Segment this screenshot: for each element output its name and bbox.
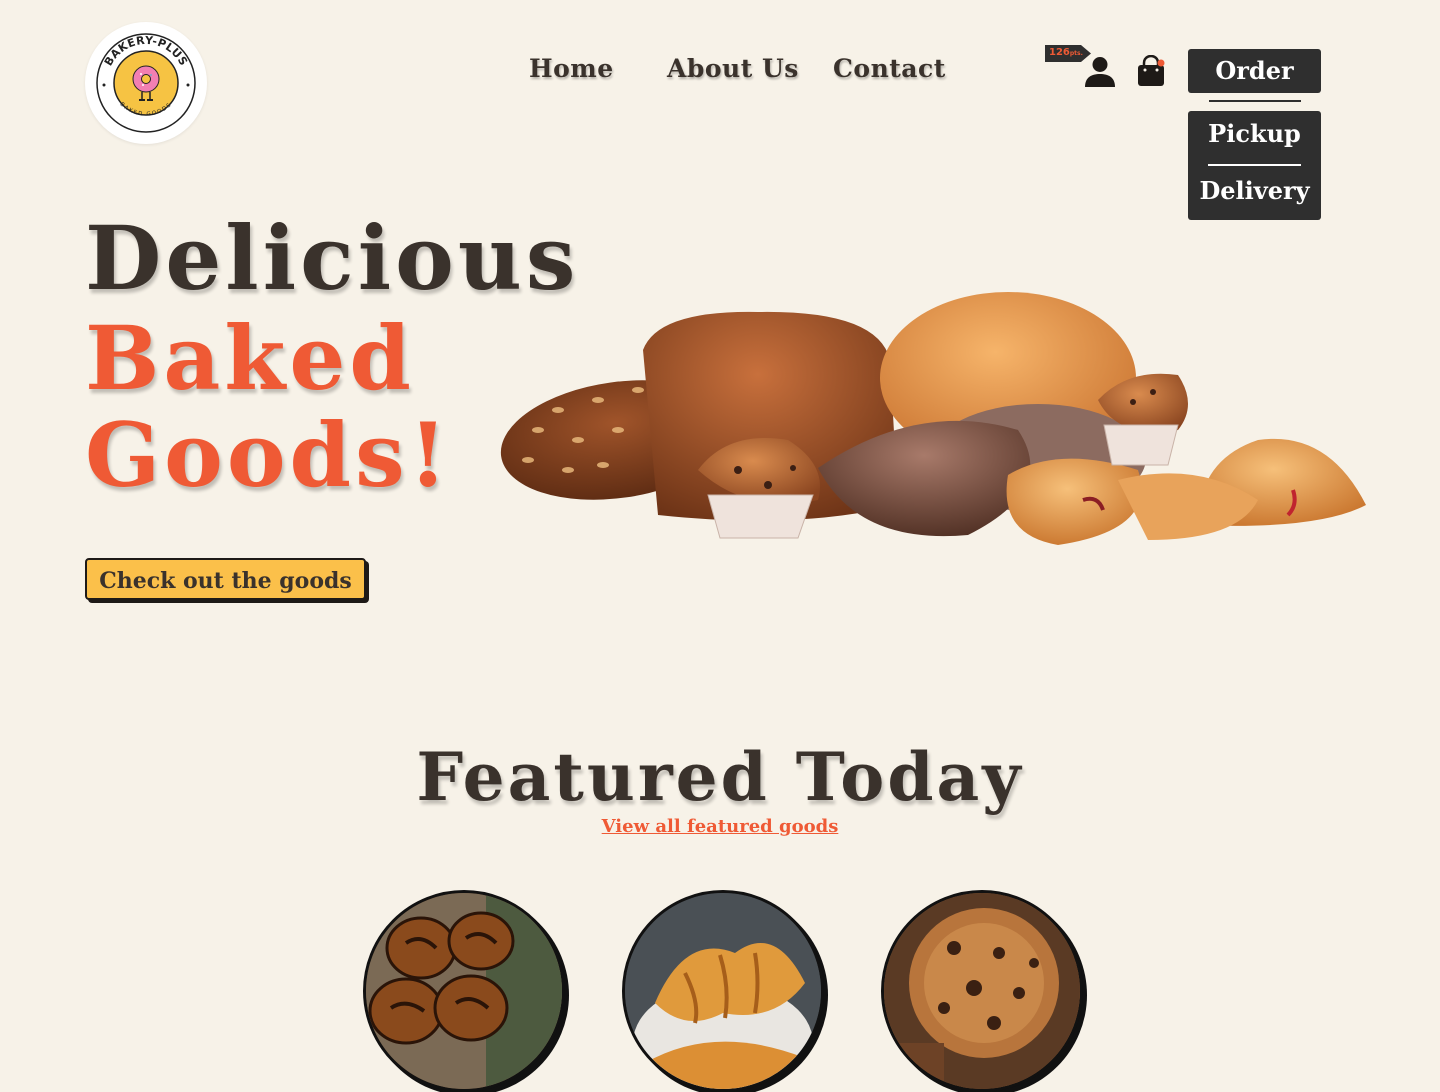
- hero-title-line-3: Goods!: [85, 403, 452, 507]
- cart-notification-dot: [1157, 59, 1165, 67]
- order-menu-pickup[interactable]: Pickup: [1188, 119, 1321, 148]
- account-button[interactable]: [1084, 55, 1116, 91]
- shopping-bag-icon: [1138, 54, 1165, 86]
- featured-item-cinnamon-rolls[interactable]: [363, 890, 565, 1092]
- cart-button[interactable]: [1136, 54, 1166, 91]
- croissant-image: [625, 893, 821, 1089]
- hero-title-line-2: Baked: [85, 306, 415, 410]
- featured-item-cookies[interactable]: [881, 890, 1083, 1092]
- nav-about-link[interactable]: About Us: [667, 54, 799, 83]
- order-dropdown-menu: Pickup Delivery: [1188, 111, 1321, 220]
- logo-badge-icon: BAKERY-PLUS BAKED GOODS: [96, 33, 196, 133]
- points-value: 126: [1049, 47, 1070, 58]
- order-active-underline: [1209, 100, 1301, 102]
- featured-item-croissants[interactable]: [622, 890, 824, 1092]
- nav-home-link[interactable]: Home: [529, 54, 614, 83]
- featured-title: Featured Today: [416, 738, 1024, 816]
- user-icon: [1085, 57, 1115, 87]
- brand-logo[interactable]: BAKERY-PLUS BAKED GOODS: [85, 22, 207, 144]
- points-unit: pts.: [1069, 50, 1083, 57]
- hero-bread-image: [500, 292, 1366, 545]
- nav-contact-link[interactable]: Contact: [833, 54, 946, 83]
- cookie-image: [884, 893, 1080, 1089]
- order-button[interactable]: Order: [1188, 49, 1321, 93]
- view-all-featured-link[interactable]: View all featured goods: [0, 816, 1440, 837]
- cinnamon-roll-image: [366, 893, 562, 1089]
- order-menu-divider: [1208, 164, 1301, 166]
- check-goods-button[interactable]: Check out the goods: [85, 558, 366, 600]
- order-menu-delivery[interactable]: Delivery: [1188, 176, 1321, 205]
